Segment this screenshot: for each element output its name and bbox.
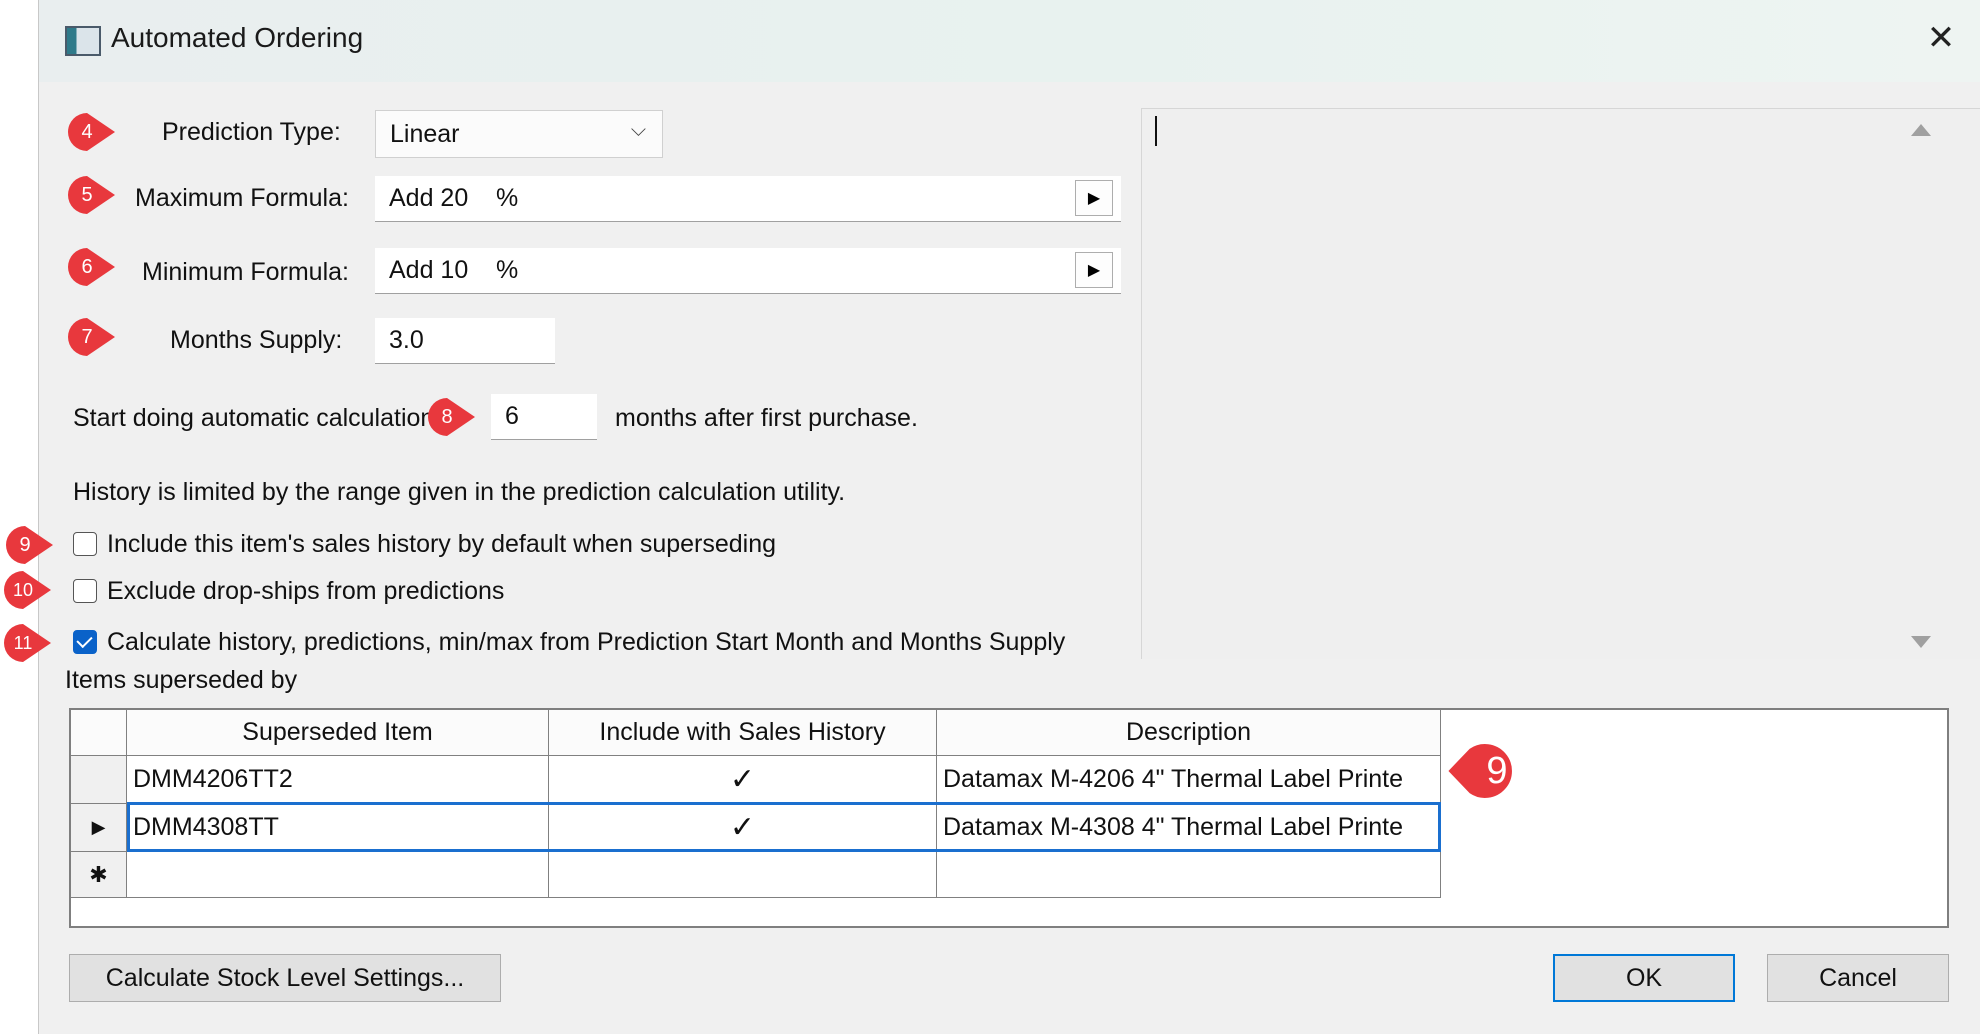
history-note: History is limited by the range given in… [73, 478, 846, 506]
new-row-description-cell[interactable] [937, 852, 1441, 898]
callout-marker-7: 7 [67, 316, 117, 358]
title-bar: Automated Ordering ✕ [39, 0, 1980, 82]
scroll-down-arrow-icon[interactable] [1911, 636, 1931, 648]
maximum-formula-label: Maximum Formula: [135, 184, 349, 212]
callout-marker-10: 10 [3, 569, 53, 611]
maximum-formula-field[interactable]: Add 20 % [375, 176, 1121, 222]
new-row-include-cell[interactable] [549, 852, 937, 898]
current-row-arrow-icon[interactable]: ▶ [71, 804, 127, 852]
description-cell[interactable]: Datamax M-4308 4" Thermal Label Printe [937, 804, 1441, 852]
maximum-formula-builder-button[interactable]: ▶ [1075, 180, 1113, 216]
prediction-type-select[interactable]: Linear ⌵ [375, 110, 663, 158]
chevron-down-icon: ⌵ [630, 119, 646, 141]
row-header[interactable] [71, 756, 127, 804]
superseded-items-grid[interactable]: Superseded Item Include with Sales Histo… [69, 708, 1949, 928]
column-header-superseded-item[interactable]: Superseded Item [127, 710, 549, 756]
prediction-type-value: Linear [390, 119, 460, 148]
months-supply-value: 3.0 [389, 326, 424, 354]
items-superseded-label: Items superseded by [65, 666, 298, 694]
callout-marker-6: 6 [67, 246, 117, 288]
callout-marker-5: 5 [67, 174, 117, 216]
callout-marker-9-large: 9 [1441, 740, 1525, 802]
superseded-item-cell[interactable]: DMM4308TT [127, 804, 549, 852]
calculate-stock-level-settings-button[interactable]: Calculate Stock Level Settings... [69, 954, 501, 1002]
start-calculation-months-field[interactable]: 6 [491, 394, 597, 440]
exclude-drop-ships-checkbox[interactable] [73, 579, 97, 603]
window-title: Automated Ordering [111, 22, 364, 53]
maximum-formula-value: Add 20 % [389, 184, 519, 212]
calculate-from-start-month-label[interactable]: Calculate history, predictions, min/max … [107, 628, 1065, 657]
minimum-formula-value: Add 10 % [389, 256, 519, 284]
callout-marker-8: 8 [427, 396, 477, 438]
notes-text-area[interactable] [1141, 108, 1980, 659]
automated-ordering-dialog: Automated Ordering ✕ 4 5 6 7 Prediction … [4, 0, 1980, 1034]
close-icon[interactable]: ✕ [1919, 16, 1963, 60]
callout-marker-11: 11 [3, 622, 53, 664]
column-header-include-with-sales-history[interactable]: Include with Sales History [549, 710, 937, 756]
prediction-type-label: Prediction Type: [162, 118, 341, 146]
play-arrow-icon: ▶ [1087, 262, 1101, 279]
column-header-description[interactable]: Description [937, 710, 1441, 756]
include-sales-history-checkmark-icon[interactable]: ✓ [549, 756, 937, 804]
start-calculation-label: Start doing automatic calculation [73, 404, 435, 432]
new-row-item-cell[interactable] [127, 852, 549, 898]
exclude-drop-ships-label[interactable]: Exclude drop-ships from predictions [107, 577, 504, 606]
minimum-formula-builder-button[interactable]: ▶ [1075, 252, 1113, 288]
months-supply-field[interactable]: 3.0 [375, 318, 555, 364]
scroll-up-arrow-icon[interactable] [1911, 124, 1931, 136]
description-cell[interactable]: Datamax M-4206 4" Thermal Label Printe [937, 756, 1441, 804]
text-caret [1155, 116, 1157, 146]
ok-button[interactable]: OK [1553, 954, 1735, 1002]
minimum-formula-field[interactable]: Add 10 % [375, 248, 1121, 294]
app-icon [65, 26, 101, 56]
minimum-formula-label: Minimum Formula: [142, 258, 349, 286]
callout-marker-9: 9 [5, 524, 55, 566]
new-row-asterisk-icon[interactable]: ✱ [71, 852, 127, 898]
grid-corner-cell[interactable] [71, 710, 127, 756]
callout-marker-4: 4 [67, 111, 117, 153]
superseded-item-cell[interactable]: DMM4206TT2 [127, 756, 549, 804]
include-sales-history-checkbox[interactable] [73, 532, 97, 556]
include-sales-history-checkmark-icon[interactable]: ✓ [549, 804, 937, 852]
include-sales-history-label[interactable]: Include this item's sales history by def… [107, 530, 776, 559]
calculate-from-start-month-checkbox[interactable] [73, 630, 97, 654]
start-calculation-suffix: months after first purchase. [615, 404, 918, 432]
cancel-button[interactable]: Cancel [1767, 954, 1949, 1002]
start-calculation-months-value: 6 [505, 402, 519, 430]
play-arrow-icon: ▶ [1087, 190, 1101, 207]
months-supply-label: Months Supply: [170, 326, 343, 354]
